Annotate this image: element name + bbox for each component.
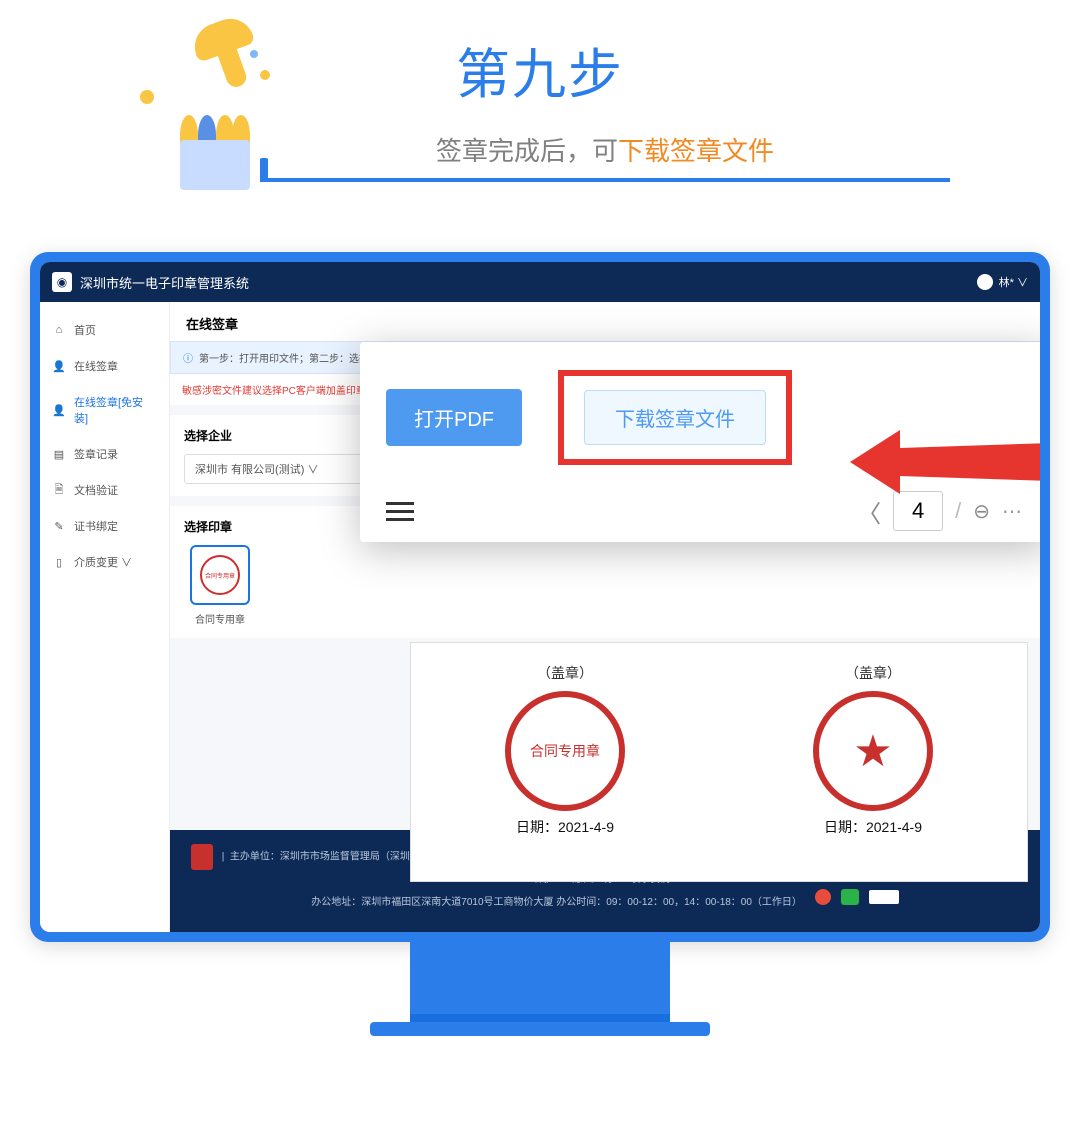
page-title: 在线签章	[170, 302, 1040, 341]
document-preview: （盖章） 合同专用章 日期：2021-4-9 （盖章） ★ 日期：2021-4-…	[410, 642, 1028, 882]
menu-icon[interactable]	[386, 502, 414, 521]
seal-small-icon: 合同专用章	[200, 555, 240, 595]
app-header: ◉ 深圳市统一电子印章管理系统 林* ∨	[40, 262, 1040, 302]
user-name: 林* ∨	[999, 274, 1028, 290]
sidebar-item-cert-bind[interactable]: ✎ 证书绑定	[40, 508, 169, 544]
monitor: ◉ 深圳市统一电子印章管理系统 林* ∨ ⌂ 首页 👤	[30, 252, 1050, 1036]
star-icon: ★	[848, 726, 898, 776]
sidebar-item-label: 介质变更 ∨	[74, 554, 132, 570]
seal-stamp-2: ★	[813, 691, 933, 811]
doc-seal-block-2: （盖章） ★ 日期：2021-4-9	[743, 663, 1003, 881]
user-seal-icon: 👤	[52, 403, 66, 417]
sidebar-item-records[interactable]: ▤ 签章记录	[40, 436, 169, 472]
cert-icon: ✎	[52, 519, 66, 533]
wechat-icon[interactable]	[841, 889, 859, 905]
open-pdf-button[interactable]: 打开PDF	[386, 389, 522, 446]
pot-icon	[180, 140, 250, 190]
doc-date-2: 日期：2021-4-9	[743, 817, 1003, 837]
title-underline	[260, 178, 950, 182]
stamp-icon	[179, 9, 282, 112]
info-icon: ⓘ	[183, 350, 193, 365]
doc-label-1: （盖章）	[435, 663, 695, 683]
shield-icon	[191, 844, 213, 870]
sidebar: ⌂ 首页 👤 在线签章 👤 在线签章[免安装] ▤ 签章记录	[40, 302, 170, 932]
seal-stamp-1: 合同专用章	[505, 691, 625, 811]
sidebar-item-label: 签章记录	[74, 446, 118, 462]
app-title: 深圳市统一电子印章管理系统	[80, 273, 249, 292]
download-highlight-box: 下载签章文件	[558, 370, 792, 465]
sidebar-item-online-sign-noinstall[interactable]: 👤 在线签章[免安装]	[40, 384, 169, 436]
monitor-stand	[410, 942, 670, 1022]
usb-icon: ▯	[52, 555, 66, 569]
warning-text: 敏感涉密文件建议选择PC客户端加盖印章。	[182, 382, 376, 397]
red-arrow-icon	[850, 422, 1040, 502]
weibo-icon[interactable]	[815, 889, 831, 905]
monitor-base	[370, 1022, 710, 1036]
step-desc-highlight: 下载签章文件	[618, 136, 774, 166]
footer-line2: 办公地址：深圳市福田区深南大道7010号工商物价大厦 办公时间：09：00-12…	[186, 889, 1024, 912]
doc-date-1: 日期：2021-4-9	[435, 817, 695, 837]
more-icon[interactable]: ⋯	[1002, 499, 1024, 524]
footer-badges	[815, 889, 899, 905]
sidebar-item-doc-verify[interactable]: 🗎 文档验证	[40, 472, 169, 508]
seal-name: 合同专用章	[184, 611, 256, 626]
zoom-icon[interactable]: ⊖	[973, 499, 990, 524]
step-desc-text: 签章完成后，可	[436, 136, 618, 166]
seal-option[interactable]: 合同专用章 合同专用章	[184, 545, 256, 626]
company-select[interactable]: 深圳市 有限公司(测试) ∨	[184, 454, 364, 484]
sidebar-item-label: 文档验证	[74, 482, 118, 498]
sidebar-item-online-sign[interactable]: 👤 在线签章	[40, 348, 169, 384]
step-illustration	[150, 30, 270, 210]
list-icon: ▤	[52, 447, 66, 461]
sidebar-item-label: 在线签章	[74, 358, 118, 374]
sidebar-item-label: 首页	[74, 322, 96, 338]
step-description: 签章完成后，可下载签章文件	[260, 131, 950, 168]
sidebar-item-label: 证书绑定	[74, 518, 118, 534]
doc-label-2: （盖章）	[743, 663, 1003, 683]
cert-badge-icon	[869, 890, 899, 904]
app-logo-icon: ◉	[52, 272, 72, 292]
sidebar-item-home[interactable]: ⌂ 首页	[40, 312, 169, 348]
avatar-icon	[977, 274, 993, 290]
user-menu[interactable]: 林* ∨	[977, 274, 1028, 290]
sidebar-item-label: 在线签章[免安装]	[74, 394, 157, 426]
toolbar-popup: 打开PDF 下载签章文件 〈 / ⊖	[360, 342, 1040, 542]
doc-seal-block-1: （盖章） 合同专用章 日期：2021-4-9	[435, 663, 695, 881]
app-window: ◉ 深圳市统一电子印章管理系统 林* ∨ ⌂ 首页 👤	[40, 262, 1040, 932]
company-select-value: 深圳市 有限公司(测试) ∨	[195, 461, 318, 477]
user-seal-icon: 👤	[52, 359, 66, 373]
file-icon: 🗎	[52, 483, 66, 497]
seal-center-text-1: 合同专用章	[530, 741, 600, 761]
monitor-screen: ◉ 深圳市统一电子印章管理系统 林* ∨ ⌂ 首页 👤	[30, 252, 1050, 942]
download-seal-file-button[interactable]: 下载签章文件	[584, 390, 766, 445]
home-icon: ⌂	[52, 323, 66, 337]
sidebar-item-media-change[interactable]: ▯ 介质变更 ∨	[40, 544, 169, 580]
step-header: 第九步 签章完成后，可下载签章文件	[120, 0, 960, 202]
seal-thumb: 合同专用章	[190, 545, 250, 605]
